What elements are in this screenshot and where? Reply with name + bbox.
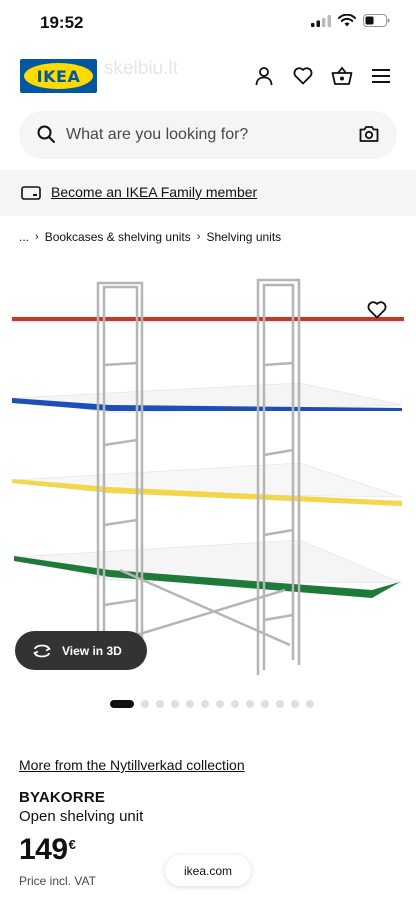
chevron-right-icon: › bbox=[35, 231, 39, 243]
basket-icon[interactable] bbox=[331, 65, 353, 87]
rotate-3d-icon bbox=[33, 644, 51, 657]
card-icon bbox=[21, 186, 41, 205]
price-currency: € bbox=[68, 837, 76, 852]
chevron-right-icon: › bbox=[196, 231, 201, 243]
view-in-3d-label: View in 3D bbox=[62, 643, 122, 658]
carousel-dot[interactable] bbox=[110, 700, 134, 708]
carousel-dot[interactable] bbox=[306, 700, 314, 708]
family-banner[interactable]: Become an IKEA Family member bbox=[0, 170, 416, 216]
carousel-dot[interactable] bbox=[141, 700, 149, 708]
family-link[interactable]: Become an IKEA Family member bbox=[51, 184, 257, 200]
heart-icon bbox=[367, 301, 387, 319]
breadcrumb-item[interactable]: ... bbox=[19, 230, 29, 244]
user-icon[interactable] bbox=[253, 65, 275, 87]
carousel-dot[interactable] bbox=[216, 700, 224, 708]
carousel-indicator bbox=[110, 700, 314, 708]
favorite-button[interactable] bbox=[362, 295, 392, 325]
signal-icon bbox=[311, 14, 331, 32]
carousel-dot[interactable] bbox=[171, 700, 179, 708]
collection-link[interactable]: More from the Nytillverkad collection bbox=[19, 757, 245, 773]
header: IKEA skelbiu.lt bbox=[0, 52, 416, 102]
carousel-dot[interactable] bbox=[246, 700, 254, 708]
status-icons bbox=[311, 13, 390, 32]
status-time: 19:52 bbox=[40, 13, 84, 32]
header-actions bbox=[253, 65, 392, 87]
price-value: 149 bbox=[19, 833, 68, 866]
camera-icon[interactable] bbox=[359, 125, 379, 148]
breadcrumb-item[interactable]: Shelving units bbox=[206, 230, 281, 244]
logo-text: IKEA bbox=[36, 66, 81, 86]
status-bar: 19:52 bbox=[0, 0, 416, 46]
ikea-logo[interactable]: IKEA bbox=[20, 59, 97, 93]
browser-url-bar[interactable]: ikea.com bbox=[165, 855, 251, 886]
carousel-dot[interactable] bbox=[261, 700, 269, 708]
product-name: BYAKORRE bbox=[19, 789, 106, 806]
breadcrumb-item[interactable]: Bookcases & shelving units bbox=[45, 230, 191, 244]
carousel-dot[interactable] bbox=[156, 700, 164, 708]
product-gallery[interactable]: View in 3D bbox=[0, 265, 416, 690]
carousel-dot[interactable] bbox=[291, 700, 299, 708]
price: 149 € bbox=[19, 833, 76, 867]
battery-icon bbox=[363, 14, 390, 32]
shelves bbox=[11, 316, 406, 598]
carousel-dot[interactable] bbox=[186, 700, 194, 708]
search-input[interactable] bbox=[66, 111, 346, 159]
menu-icon[interactable] bbox=[370, 65, 392, 87]
search-bar bbox=[19, 111, 397, 159]
price-note: Price incl. VAT bbox=[19, 874, 96, 888]
carousel-dot[interactable] bbox=[276, 700, 284, 708]
watermark: skelbiu.lt bbox=[104, 58, 178, 79]
url-text: ikea.com bbox=[183, 863, 233, 878]
wifi-icon bbox=[338, 13, 356, 32]
carousel-dot[interactable] bbox=[201, 700, 209, 708]
view-in-3d-button[interactable]: View in 3D bbox=[15, 631, 147, 670]
carousel-dot[interactable] bbox=[231, 700, 239, 708]
breadcrumb: ... › Bookcases & shelving units › Shelv… bbox=[19, 230, 281, 244]
search-icon bbox=[37, 125, 55, 148]
heart-icon[interactable] bbox=[292, 65, 314, 87]
product-image bbox=[11, 278, 406, 675]
product-description: Open shelving unit bbox=[19, 808, 144, 825]
